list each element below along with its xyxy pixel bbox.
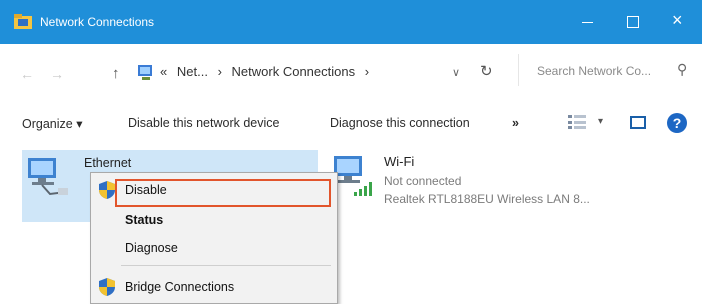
connections-list: Ethernet Wi-Fi Not connected Realtek RTL… <box>0 144 702 304</box>
breadcrumb-separator[interactable]: › <box>218 64 222 79</box>
view-options-dropdown[interactable]: ▾ <box>598 116 603 127</box>
organize-button[interactable]: Organize ▾ <box>22 116 82 131</box>
disable-network-device-button[interactable]: Disable this network device <box>128 116 279 130</box>
wifi-status: Not connected <box>384 174 462 188</box>
close-button[interactable]: × <box>656 0 702 44</box>
wifi-adapter-name: Realtek RTL8188EU Wireless LAN 8... <box>384 192 590 206</box>
minimize-button[interactable] <box>564 0 610 44</box>
diagnose-connection-button[interactable]: Diagnose this connection <box>330 116 470 130</box>
breadcrumb-network-connections[interactable]: Network Connections <box>232 64 356 79</box>
menu-separator <box>121 265 331 266</box>
forward-arrow-icon[interactable]: → <box>50 66 64 82</box>
network-folder-icon <box>14 14 32 29</box>
search-placeholder: Search Network Co... <box>537 64 652 78</box>
menu-item-bridge-connections[interactable]: Bridge Connections <box>91 274 337 300</box>
menu-label-diagnose: Diagnose <box>125 241 178 255</box>
breadcrumb[interactable]: « Net... › Network Connections › <box>160 64 375 79</box>
search-icon[interactable]: ⚲ <box>677 61 687 78</box>
breadcrumb-net[interactable]: Net... <box>177 64 208 79</box>
wifi-name: Wi-Fi <box>384 154 415 169</box>
title-bar[interactable]: Network Connections × <box>0 0 702 44</box>
back-arrow-icon[interactable]: ← <box>20 66 34 82</box>
window-title: Network Connections <box>40 15 155 29</box>
breadcrumb-separator[interactable]: › <box>365 64 369 79</box>
ethernet-name: Ethernet <box>84 156 132 170</box>
highlight-annotation <box>115 179 331 207</box>
menu-item-disable[interactable]: Disable <box>91 177 337 207</box>
close-icon: × <box>672 10 683 30</box>
network-connections-window: Network Connections × ← → ↑ « Net... › N… <box>0 0 702 304</box>
maximize-button[interactable] <box>610 0 656 44</box>
maximize-icon <box>627 16 639 28</box>
refresh-icon[interactable]: ↻ <box>480 62 493 80</box>
help-icon[interactable]: ? <box>667 113 687 133</box>
preview-pane-icon[interactable] <box>630 116 646 129</box>
control-panel-icon <box>138 65 152 80</box>
address-row: ← → ↑ « Net... › Network Connections › ∨… <box>0 44 702 104</box>
breadcrumb-overflow[interactable]: « <box>160 64 167 79</box>
uac-shield-icon <box>99 181 115 199</box>
menu-item-diagnose[interactable]: Diagnose <box>91 235 337 261</box>
minimize-icon <box>582 22 593 23</box>
menu-item-status[interactable]: Status <box>91 207 337 233</box>
ethernet-adapter-icon <box>28 158 68 196</box>
uac-shield-icon <box>99 278 115 296</box>
command-bar: Organize ▾ Disable this network device D… <box>0 104 702 144</box>
menu-label-bridge-connections: Bridge Connections <box>125 280 235 294</box>
up-arrow-icon[interactable]: ↑ <box>112 65 120 82</box>
menu-label-status: Status <box>125 213 164 227</box>
more-commands-button[interactable]: » <box>512 116 519 130</box>
context-menu: Disable Status Diagnose Bridge Connectio… <box>90 172 338 304</box>
change-view-icon[interactable] <box>568 114 586 130</box>
chevron-down-icon[interactable]: ∨ <box>452 66 460 79</box>
search-input[interactable]: Search Network Co... ⚲ <box>518 54 697 86</box>
